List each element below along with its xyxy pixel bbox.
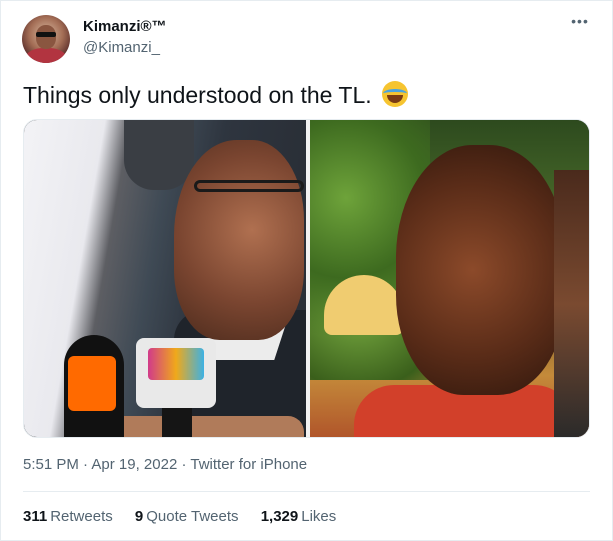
retweets-stat[interactable]: 311 Retweets bbox=[23, 508, 113, 525]
tweet-media[interactable] bbox=[23, 119, 590, 438]
author-avatar[interactable] bbox=[22, 15, 70, 63]
background-officer bbox=[124, 120, 194, 190]
young-man-face bbox=[396, 145, 566, 395]
eyeglasses bbox=[194, 180, 304, 192]
man-head bbox=[174, 140, 304, 340]
tweet-time[interactable]: 5:51 PM bbox=[23, 456, 79, 473]
avatar-face bbox=[36, 25, 56, 49]
tweet-card: Kimanzi®™ @Kimanzi_ ••• Things only unde… bbox=[0, 0, 613, 541]
avatar-sunglasses bbox=[36, 32, 56, 37]
retweets-label: Retweets bbox=[50, 508, 113, 525]
microphone-handle bbox=[162, 408, 192, 437]
media-image-left[interactable] bbox=[24, 120, 306, 437]
retweets-count: 311 bbox=[23, 508, 48, 525]
face-with-tears-of-joy-icon bbox=[382, 81, 409, 107]
more-options-icon[interactable]: ••• bbox=[569, 13, 591, 35]
tweet-date[interactable]: Apr 19, 2022 bbox=[91, 456, 177, 473]
likes-label: Likes bbox=[301, 508, 337, 525]
k24-logo bbox=[148, 348, 204, 380]
likes-stat[interactable]: 1,329 Likes bbox=[261, 508, 337, 525]
tweet-metadata: 5:51 PM · Apr 19, 2022 · Twitter for iPh… bbox=[23, 456, 307, 473]
author-display-name[interactable]: Kimanzi®™ bbox=[83, 18, 167, 35]
quote-tweets-count: 9 bbox=[134, 508, 144, 525]
avatar-shirt bbox=[26, 48, 66, 63]
author-handle[interactable]: @Kimanzi_ bbox=[83, 39, 160, 56]
engagement-stats: 311 Retweets 9 Quote Tweets 1,329 Likes bbox=[23, 508, 354, 525]
bystander-side bbox=[554, 170, 589, 437]
quote-tweets-label: Quote Tweets bbox=[146, 508, 239, 525]
separator-dot: · bbox=[181, 456, 187, 473]
tweet-text-content: Things only understood on the TL. bbox=[23, 82, 372, 108]
tweet-text: Things only understood on the TL. bbox=[23, 81, 409, 109]
quote-tweets-stat[interactable]: 9 Quote Tweets bbox=[135, 508, 239, 525]
divider-line bbox=[23, 491, 590, 492]
separator-dot: · bbox=[83, 456, 89, 473]
likes-count: 1,329 bbox=[260, 508, 299, 525]
microphone-flag-orange bbox=[68, 356, 116, 411]
tweet-source[interactable]: Twitter for iPhone bbox=[190, 456, 307, 473]
